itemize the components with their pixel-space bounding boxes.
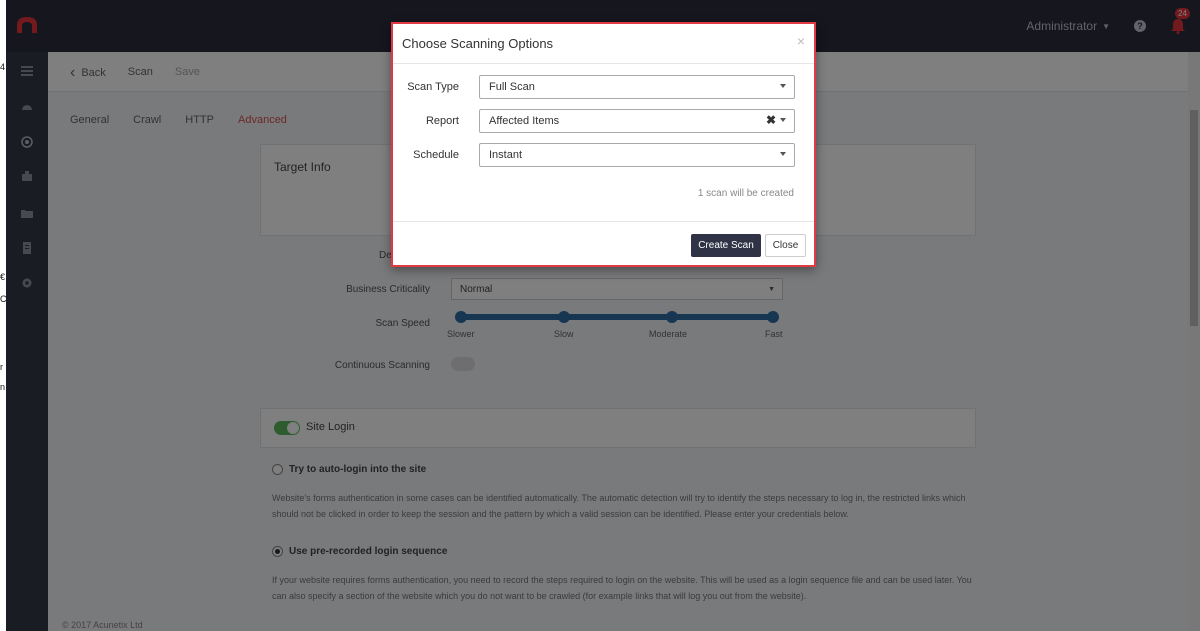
scan-type-label: Scan Type	[407, 81, 459, 93]
schedule-value: Instant	[489, 149, 523, 161]
scan-count-note: 1 scan will be created	[697, 188, 794, 199]
close-icon[interactable]: ×	[797, 33, 805, 49]
scan-type-row: Scan Type Full Scan	[393, 75, 814, 99]
dialog-header: Choose Scanning Options ×	[393, 24, 814, 64]
edge-glyph: r	[0, 362, 3, 372]
schedule-row: Schedule Instant	[393, 143, 814, 167]
create-scan-button[interactable]: Create Scan	[691, 234, 761, 257]
scan-options-dialog: Choose Scanning Options × Scan Type Full…	[391, 22, 816, 267]
edge-glyph: 4	[0, 62, 6, 72]
scan-type-value: Full Scan	[489, 81, 535, 93]
edge-glyph: €	[0, 272, 6, 282]
chevron-down-icon	[780, 152, 786, 156]
close-button[interactable]: Close	[765, 234, 806, 257]
dialog-title: Choose Scanning Options	[402, 36, 554, 51]
report-row: Report Affected Items ✖	[393, 109, 814, 133]
schedule-label: Schedule	[413, 149, 459, 161]
edge-glyph: n	[0, 382, 6, 392]
chevron-down-icon	[780, 118, 786, 122]
dialog-footer: Create Scan Close	[393, 221, 814, 265]
scan-type-select[interactable]: Full Scan	[479, 75, 795, 99]
report-value: Affected Items	[489, 115, 560, 127]
chevron-down-icon	[780, 84, 786, 88]
report-select[interactable]: Affected Items ✖	[479, 109, 795, 133]
schedule-select[interactable]: Instant	[479, 143, 795, 167]
report-label: Report	[425, 115, 459, 127]
clear-selection-icon[interactable]: ✖	[766, 113, 776, 127]
